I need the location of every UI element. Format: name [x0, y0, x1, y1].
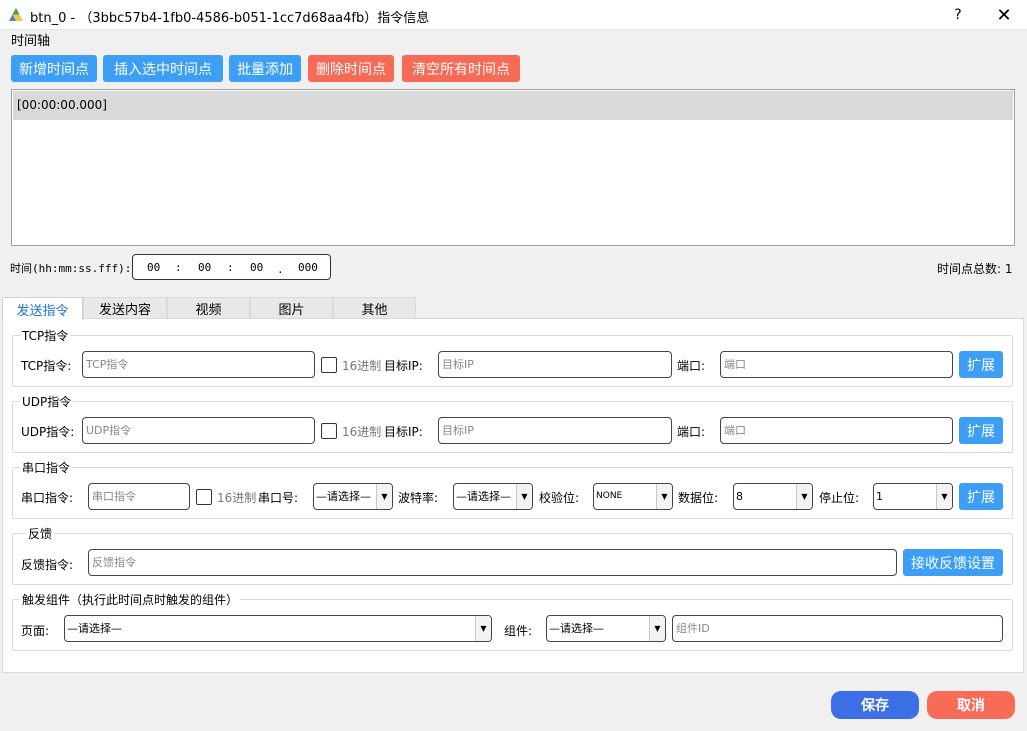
trigger-group-title: 触发组件（执行此时间点时触发的组件）: [20, 591, 241, 608]
tab-send-content[interactable]: 发送内容: [83, 297, 167, 319]
timepoint-list[interactable]: [00:00:00.000]: [11, 89, 1015, 246]
udp-command-input[interactable]: UDP指令: [82, 417, 315, 444]
udp-target-ip-input[interactable]: 目标IP: [438, 417, 672, 444]
time-editor[interactable]: 00 : 00 : 00 . 000: [132, 254, 331, 280]
help-button[interactable]: ?: [935, 0, 981, 30]
timepoint-total-count: 时间点总数: 1: [937, 262, 1013, 276]
feedback-command-input[interactable]: 反馈指令: [88, 549, 897, 576]
serial-expand-button[interactable]: 扩展: [959, 483, 1003, 510]
tcp-port-label: 端口:: [677, 359, 706, 373]
serial-port-label: 串口号:: [258, 491, 299, 505]
receive-feedback-settings-button[interactable]: 接收反馈设置: [903, 549, 1003, 576]
udp-command-label: UDP指令:: [21, 425, 75, 439]
insert-selected-timepoint-button[interactable]: 插入选中时间点: [103, 55, 223, 82]
time-seconds[interactable]: 00: [250, 261, 263, 274]
parity-select[interactable]: NONE ▼: [593, 483, 673, 510]
title-bar: btn_0 - （3bbc57b4-1fb0-4586-b051-1cc7d68…: [0, 0, 1027, 30]
feedback-command-label: 反馈指令:: [21, 558, 74, 572]
feedback-group-title: 反馈: [26, 525, 55, 542]
close-button[interactable]: ✕: [981, 0, 1027, 30]
time-hours[interactable]: 00: [147, 261, 160, 274]
component-select[interactable]: —请选择— ▼: [546, 615, 666, 642]
udp-expand-button[interactable]: 扩展: [959, 417, 1003, 444]
data-bits-value: 8: [736, 490, 743, 503]
data-bits-label: 数据位:: [678, 491, 719, 505]
chevron-down-icon: ▼: [649, 616, 665, 641]
time-separator: :: [227, 261, 234, 274]
chevron-down-icon: ▼: [376, 484, 392, 509]
baud-rate-value: —请选择—: [456, 490, 511, 503]
tab-video[interactable]: 视频: [167, 297, 250, 319]
serial-port-value: —请选择—: [316, 490, 371, 503]
time-label: 时间(hh:mm:ss.fff):: [10, 262, 132, 275]
timeline-section-label: 时间轴: [11, 34, 51, 49]
chevron-down-icon: ▼: [656, 484, 672, 509]
serial-hex-checkbox[interactable]: [196, 489, 212, 505]
tcp-hex-label: 16进制: [342, 359, 382, 373]
tcp-target-ip-label: 目标IP:: [384, 359, 423, 373]
chevron-down-icon: ▼: [475, 616, 491, 641]
time-separator: :: [175, 261, 182, 274]
stop-bits-label: 停止位:: [819, 491, 860, 505]
udp-hex-label: 16进制: [342, 425, 382, 439]
time-milliseconds[interactable]: 000: [298, 261, 318, 274]
component-label: 组件:: [504, 624, 533, 638]
page-value: —请选择—: [67, 622, 122, 635]
app-logo-icon: [9, 8, 23, 21]
chevron-down-icon: ▼: [516, 484, 532, 509]
serial-group-title: 串口指令: [20, 459, 73, 476]
add-timepoint-button[interactable]: 新增时间点: [11, 55, 97, 82]
component-value: —请选择—: [549, 622, 604, 635]
tab-image[interactable]: 图片: [250, 297, 333, 319]
batch-add-button[interactable]: 批量添加: [229, 55, 301, 82]
serial-command-input[interactable]: 串口指令: [88, 483, 190, 510]
tcp-expand-button[interactable]: 扩展: [959, 351, 1003, 378]
page-label: 页面:: [21, 624, 50, 638]
tcp-target-ip-input[interactable]: 目标IP: [438, 351, 672, 378]
chevron-down-icon: ▼: [936, 484, 952, 509]
stop-bits-select[interactable]: 1 ▼: [873, 483, 953, 510]
save-button[interactable]: 保存: [831, 691, 919, 719]
udp-group-title: UDP指令: [20, 393, 74, 410]
serial-hex-label: 16进制: [217, 491, 257, 505]
parity-value: NONE: [596, 491, 623, 501]
baud-rate-select[interactable]: —请选择— ▼: [453, 483, 533, 510]
time-separator: .: [277, 263, 284, 276]
time-minutes[interactable]: 00: [198, 261, 211, 274]
component-id-input[interactable]: 组件ID: [672, 615, 1003, 642]
stop-bits-value: 1: [876, 490, 883, 503]
baud-rate-label: 波特率:: [398, 491, 439, 505]
serial-port-select[interactable]: —请选择— ▼: [313, 483, 393, 510]
cancel-button[interactable]: 取消: [927, 691, 1015, 719]
tcp-command-input[interactable]: TCP指令: [82, 351, 315, 378]
udp-port-input[interactable]: 端口: [720, 417, 953, 444]
tcp-group-title: TCP指令: [20, 327, 71, 344]
tab-send-command[interactable]: 发送指令: [2, 297, 83, 320]
udp-port-label: 端口:: [677, 425, 706, 439]
udp-target-ip-label: 目标IP:: [384, 425, 423, 439]
chevron-down-icon: ▼: [796, 484, 812, 509]
tcp-port-input[interactable]: 端口: [720, 351, 953, 378]
window-title: btn_0 - （3bbc57b4-1fb0-4586-b051-1cc7d68…: [30, 11, 430, 26]
udp-hex-checkbox[interactable]: [321, 423, 337, 439]
page-select[interactable]: —请选择— ▼: [64, 615, 492, 642]
tab-other[interactable]: 其他: [333, 297, 416, 319]
clear-all-timepoints-button[interactable]: 清空所有时间点: [402, 55, 520, 82]
tcp-hex-checkbox[interactable]: [321, 357, 337, 373]
timepoint-list-item[interactable]: [00:00:00.000]: [13, 91, 1013, 120]
data-bits-select[interactable]: 8 ▼: [733, 483, 813, 510]
delete-timepoint-button[interactable]: 删除时间点: [308, 55, 394, 82]
serial-command-label: 串口指令:: [21, 491, 74, 505]
parity-label: 校验位:: [539, 491, 580, 505]
tcp-command-label: TCP指令:: [21, 359, 72, 373]
